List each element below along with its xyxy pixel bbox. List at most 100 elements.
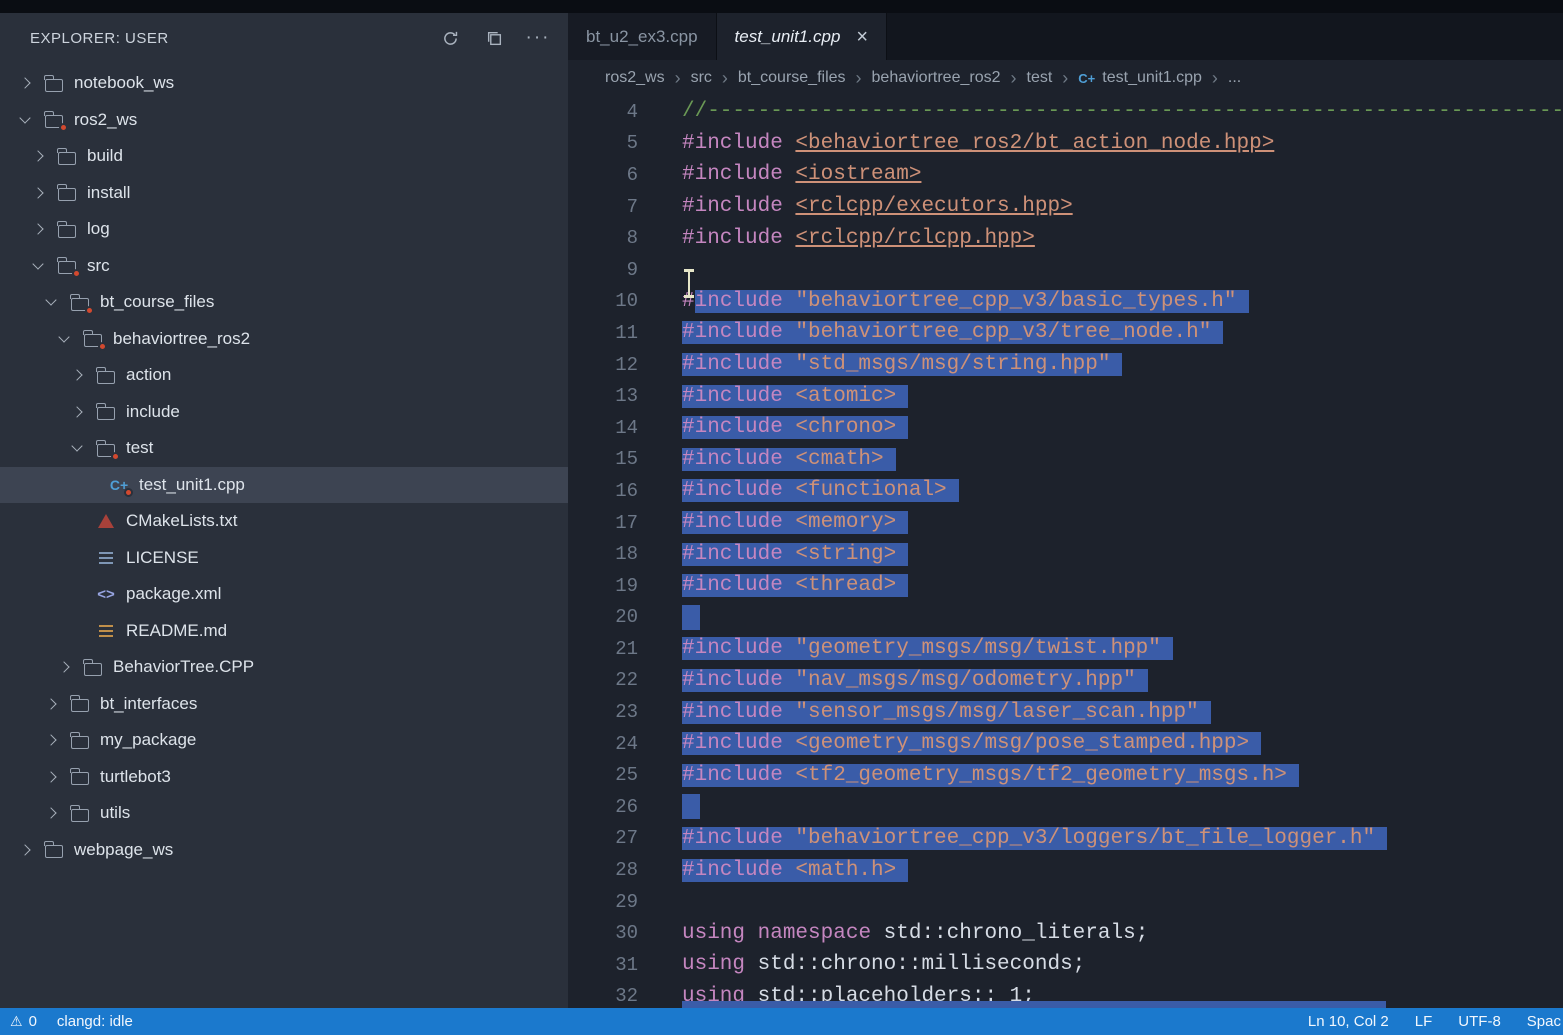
line-number: 17	[568, 512, 638, 534]
code-editor[interactable]: 4//-------------------------------------…	[568, 96, 1563, 1008]
code-line-15[interactable]: 15#include <cmath>	[568, 444, 1563, 476]
chevron-right-icon[interactable]	[12, 79, 38, 87]
chevron-right-icon[interactable]	[64, 408, 90, 416]
tab-bt_u2_ex3.cpp[interactable]: bt_u2_ex3.cpp	[568, 13, 717, 60]
code-line-26[interactable]: 26	[568, 791, 1563, 823]
status-item-Ln 10, Col 2[interactable]: Ln 10, Col 2	[1308, 1013, 1389, 1030]
refresh-icon[interactable]	[440, 28, 460, 48]
tree-item-label: test	[126, 438, 153, 458]
status-item-LF[interactable]: LF	[1415, 1013, 1433, 1030]
breadcrumb-item-...[interactable]: ...	[1228, 69, 1241, 87]
code-line-12[interactable]: 12#include "std_msgs/msg/string.hpp"	[568, 349, 1563, 381]
code-token: #include	[682, 479, 795, 502]
tree-item-notebook_ws[interactable]: notebook_ws	[0, 65, 568, 102]
code-line-31[interactable]: 31using std::chrono::milliseconds;	[568, 949, 1563, 981]
chevron-right-icon[interactable]	[25, 189, 51, 197]
chevron-down-icon[interactable]	[12, 118, 38, 122]
status-item-UTF-8[interactable]: UTF-8	[1458, 1013, 1501, 1030]
chevron-down-icon[interactable]	[25, 264, 51, 268]
code-line-8[interactable]: 8#include <rclcpp/rclcpp.hpp>	[568, 222, 1563, 254]
tree-item-build[interactable]: build	[0, 138, 568, 175]
breadcrumb-item-src[interactable]: src	[691, 69, 712, 87]
line-number: 26	[568, 796, 638, 818]
split-editor-icon[interactable]	[484, 28, 504, 48]
chevron-right-icon[interactable]	[38, 736, 64, 744]
code-text	[682, 794, 700, 819]
code-line-10[interactable]: 10#include "behaviortree_cpp_v3/basic_ty…	[568, 286, 1563, 318]
tree-item-log[interactable]: log	[0, 211, 568, 248]
code-line-13[interactable]: 13#include <atomic>	[568, 380, 1563, 412]
tree-item-package.xml[interactable]: <>package.xml	[0, 576, 568, 613]
code-token: "behaviortree_cpp_v3/basic_types.h"	[795, 290, 1236, 313]
more-actions-icon[interactable]: ···	[528, 28, 548, 48]
tree-item-bt_course_files[interactable]: bt_course_files	[0, 284, 568, 321]
code-token: "std_msgs/msg/string.hpp"	[795, 353, 1110, 376]
status-item-clangd: idle[interactable]: clangd: idle	[57, 1013, 133, 1030]
code-line-16[interactable]: 16#include <functional>	[568, 475, 1563, 507]
breadcrumb-item-behaviortree_ros2[interactable]: behaviortree_ros2	[872, 69, 1001, 87]
code-line-22[interactable]: 22#include "nav_msgs/msg/odometry.hpp"	[568, 665, 1563, 697]
tree-item-my_package[interactable]: my_package	[0, 722, 568, 759]
code-line-14[interactable]: 14#include <chrono>	[568, 412, 1563, 444]
tree-item-webpage_ws[interactable]: webpage_ws	[0, 832, 568, 869]
chevron-down-icon[interactable]	[64, 446, 90, 450]
code-text: #include <iostream>	[682, 163, 921, 186]
close-icon[interactable]: ×	[856, 27, 868, 47]
tree-item-behaviortree_ros2[interactable]: behaviortree_ros2	[0, 321, 568, 358]
code-line-7[interactable]: 7#include <rclcpp/executors.hpp>	[568, 191, 1563, 223]
breadcrumb-item-test[interactable]: test	[1027, 69, 1053, 87]
chevron-right-icon[interactable]	[25, 225, 51, 233]
code-line-19[interactable]: 19#include <thread>	[568, 570, 1563, 602]
chevron-right-icon[interactable]	[25, 152, 51, 160]
status-item-warning[interactable]: ⚠0	[10, 1013, 37, 1030]
file-icon-box	[38, 832, 70, 869]
tree-item-turtlebot3[interactable]: turtlebot3	[0, 759, 568, 796]
chevron-down-icon[interactable]	[38, 300, 64, 304]
code-line-9[interactable]: 9	[568, 254, 1563, 286]
chevron-right-icon[interactable]	[38, 700, 64, 708]
code-line-17[interactable]: 17#include <memory>	[568, 507, 1563, 539]
tree-item-BehaviorTree.CPP[interactable]: BehaviorTree.CPP	[0, 649, 568, 686]
code-line-4[interactable]: 4//-------------------------------------…	[568, 96, 1563, 128]
code-line-6[interactable]: 6#include <iostream>	[568, 159, 1563, 191]
breadcrumb-item-test_unit1.cpp[interactable]: C+test_unit1.cpp	[1078, 69, 1202, 87]
chevron-right-icon[interactable]	[64, 371, 90, 379]
tree-item-src[interactable]: src	[0, 248, 568, 285]
code-line-30[interactable]: 30using namespace std::chrono_literals;	[568, 917, 1563, 949]
status-item-Spac[interactable]: Spac	[1527, 1013, 1561, 1030]
tree-item-test[interactable]: test	[0, 430, 568, 467]
chevron-glyph	[45, 295, 56, 306]
code-line-28[interactable]: 28#include <math.h>	[568, 854, 1563, 886]
tree-item-README.md[interactable]: README.md	[0, 613, 568, 650]
breadcrumb-item-bt_course_files[interactable]: bt_course_files	[738, 69, 846, 87]
breadcrumb-item-ros2_ws[interactable]: ros2_ws	[605, 69, 665, 87]
chevron-down-icon[interactable]	[51, 337, 77, 341]
chevron-right-icon[interactable]	[12, 846, 38, 854]
code-line-27[interactable]: 27#include "behaviortree_cpp_v3/loggers/…	[568, 823, 1563, 855]
breadcrumb-label: ...	[1228, 69, 1241, 87]
folder-icon	[97, 371, 115, 384]
tree-item-utils[interactable]: utils	[0, 795, 568, 832]
chevron-right-icon[interactable]	[38, 773, 64, 781]
tree-item-bt_interfaces[interactable]: bt_interfaces	[0, 686, 568, 723]
code-line-24[interactable]: 24#include <geometry_msgs/msg/pose_stamp…	[568, 728, 1563, 760]
tree-item-test_unit1.cpp[interactable]: C+test_unit1.cpp	[0, 467, 568, 504]
tree-item-action[interactable]: action	[0, 357, 568, 394]
code-line-29[interactable]: 29	[568, 886, 1563, 918]
code-line-20[interactable]: 20	[568, 602, 1563, 634]
code-line-18[interactable]: 18#include <string>	[568, 538, 1563, 570]
code-line-11[interactable]: 11#include "behaviortree_cpp_v3/tree_nod…	[568, 317, 1563, 349]
code-line-23[interactable]: 23#include "sensor_msgs/msg/laser_scan.h…	[568, 696, 1563, 728]
tree-item-ros2_ws[interactable]: ros2_ws	[0, 102, 568, 139]
tree-item-LICENSE[interactable]: LICENSE	[0, 540, 568, 577]
line-number: 9	[568, 259, 638, 281]
tree-item-CMakeLists.txt[interactable]: CMakeLists.txt	[0, 503, 568, 540]
chevron-right-icon[interactable]	[51, 663, 77, 671]
tree-item-include[interactable]: include	[0, 394, 568, 431]
code-line-21[interactable]: 21#include "geometry_msgs/msg/twist.hpp"	[568, 633, 1563, 665]
tree-item-install[interactable]: install	[0, 175, 568, 212]
code-line-5[interactable]: 5#include <behaviortree_ros2/bt_action_n…	[568, 128, 1563, 160]
code-line-25[interactable]: 25#include <tf2_geometry_msgs/tf2_geomet…	[568, 759, 1563, 791]
tab-test_unit1.cpp[interactable]: test_unit1.cpp×	[717, 13, 888, 60]
chevron-right-icon[interactable]	[38, 809, 64, 817]
